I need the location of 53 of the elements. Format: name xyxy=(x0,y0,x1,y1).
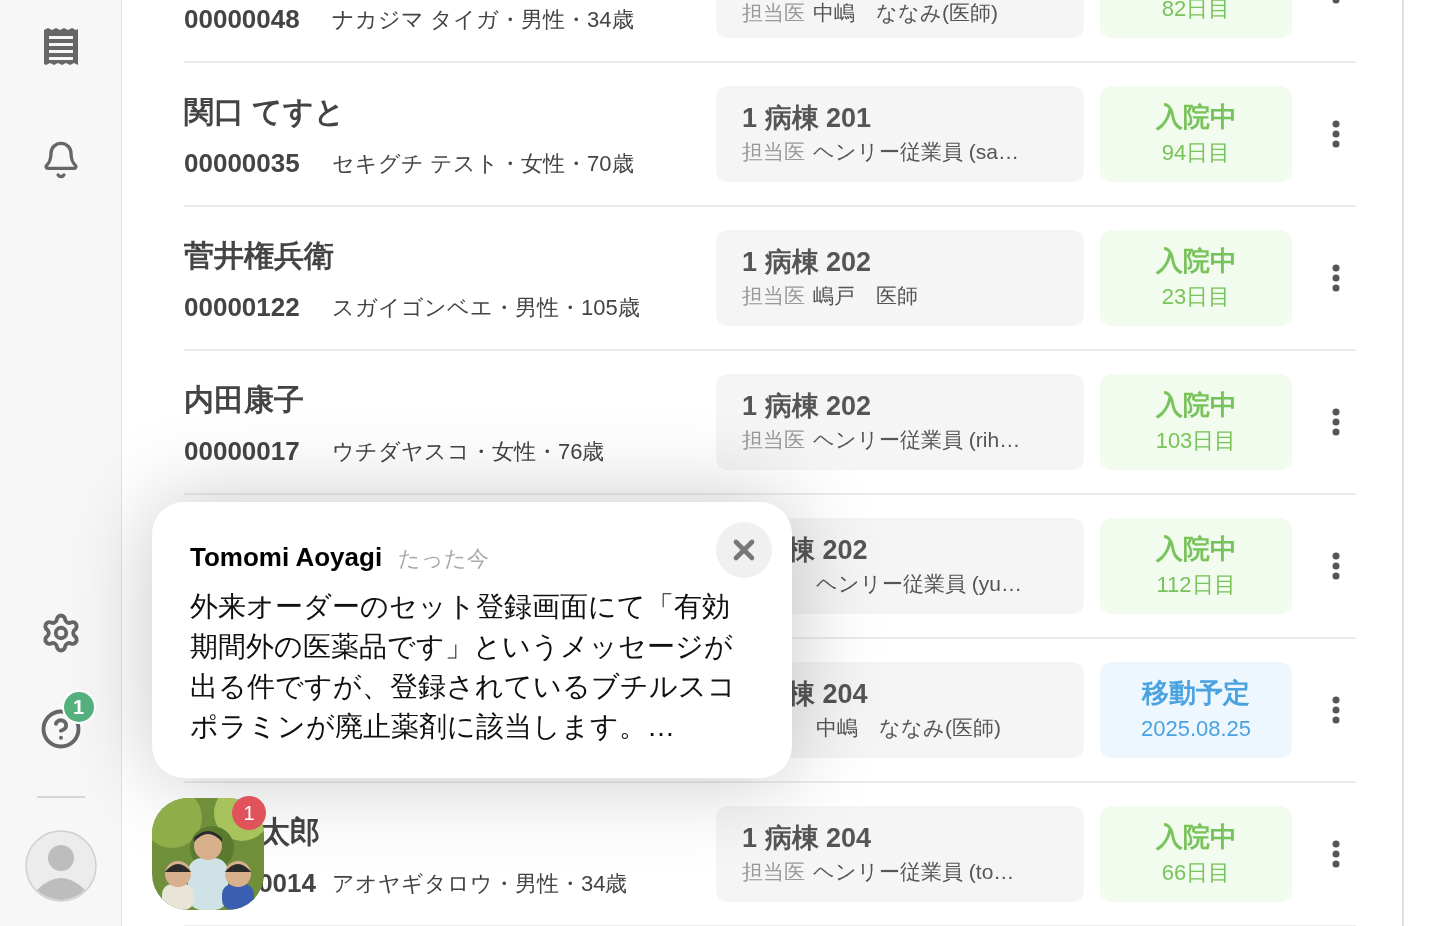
day-count: 23日目 xyxy=(1161,282,1231,311)
ward-room: 1 病棟 202 xyxy=(742,246,872,279)
day-count: 103日目 xyxy=(1155,426,1237,455)
status-label: 入院中 xyxy=(1155,245,1237,279)
doctor-name: ヘンリー従業員 (sa… xyxy=(813,139,1019,166)
patient-info: スガイゴンベエ・男性・105歳 xyxy=(332,293,640,322)
doctor-label: 担当医 xyxy=(742,0,805,26)
day-count: 66日目 xyxy=(1161,858,1231,887)
doctor-label: 担当医 xyxy=(742,859,805,886)
message-text: 外来オーダーのセット登録画面にて「有効期間外の医薬品です」というメッセージが出る件ですが、登録されているブチルスコポラミンが廃止薬剤に該当します。… xyxy=(190,590,737,744)
patient-name: 内田康子 xyxy=(184,382,304,418)
doctor-label: 担当医 xyxy=(742,139,805,166)
doctor-name: ヘンリー従業員 (yu… xyxy=(816,571,1022,598)
patient-id: 00000017 xyxy=(184,434,301,468)
patient-id: 00000048 xyxy=(184,2,301,36)
day-count: 2025.08.25 xyxy=(1140,714,1252,743)
doctor-name: 中嶋 ななみ(医師) xyxy=(813,0,998,26)
notification-popup[interactable]: Tomomi Aoyagi たった今 外来オーダーのセット登録画面にて「有効期間外の医薬品です」というメッセージが出る件ですが、登録されているブチルスコポラミンが廃止薬剤に該当します。… xyxy=(152,502,792,778)
patient-name: 関口 てすと xyxy=(184,94,346,130)
more-icon[interactable] xyxy=(1332,120,1340,148)
ward-room: 1 病棟 201 xyxy=(742,102,872,135)
patient-name: 菅井権兵衛 xyxy=(184,238,334,274)
doctor-name: 中嶋 ななみ(医師) xyxy=(816,715,1001,742)
patient-info: ウチダヤスコ・女性・76歳 xyxy=(332,437,605,466)
doctor-label: 担当医 xyxy=(742,283,805,310)
receipt-icon[interactable] xyxy=(41,28,80,66)
patient-info: アオヤギタロウ・男性・34歳 xyxy=(332,869,628,898)
patient-info: セキグチ テスト・女性・70歳 xyxy=(332,149,634,178)
more-icon[interactable] xyxy=(1332,408,1340,436)
status-label: 入院中 xyxy=(1155,101,1237,135)
timestamp: たった今 xyxy=(398,545,490,573)
sender-name: Tomomi Aoyagi xyxy=(190,541,383,574)
doctor-name: 嶋戸 医師 xyxy=(813,283,918,310)
status-label: 入院中 xyxy=(1155,389,1237,423)
doctor-name: ヘンリー従業員 (rih… xyxy=(813,427,1021,454)
status-label: 移動予定 xyxy=(1142,677,1250,711)
more-icon[interactable] xyxy=(1332,552,1340,580)
day-count: 112日目 xyxy=(1156,570,1236,599)
day-count: 94日目 xyxy=(1161,138,1231,167)
notification-badge: 1 xyxy=(61,690,96,724)
doctor-label: 担当医 xyxy=(742,427,805,454)
ward-room: 1 病棟 202 xyxy=(742,390,872,423)
more-icon[interactable] xyxy=(1332,264,1340,292)
doctor-name: ヘンリー従業員 (to… xyxy=(813,859,1015,886)
status-label: 入院中 xyxy=(1155,821,1237,855)
ward-room: 1 病棟 204 xyxy=(742,822,872,855)
patient-id: 00000035 xyxy=(184,146,301,180)
close-button[interactable] xyxy=(716,522,772,578)
more-icon[interactable] xyxy=(1332,840,1340,868)
more-icon[interactable] xyxy=(1332,696,1340,724)
patient-info: ナカジマ タイガ・男性・34歳 xyxy=(332,5,634,34)
status-label: 入院中 xyxy=(1155,533,1237,567)
patient-id: 00000122 xyxy=(184,290,301,324)
